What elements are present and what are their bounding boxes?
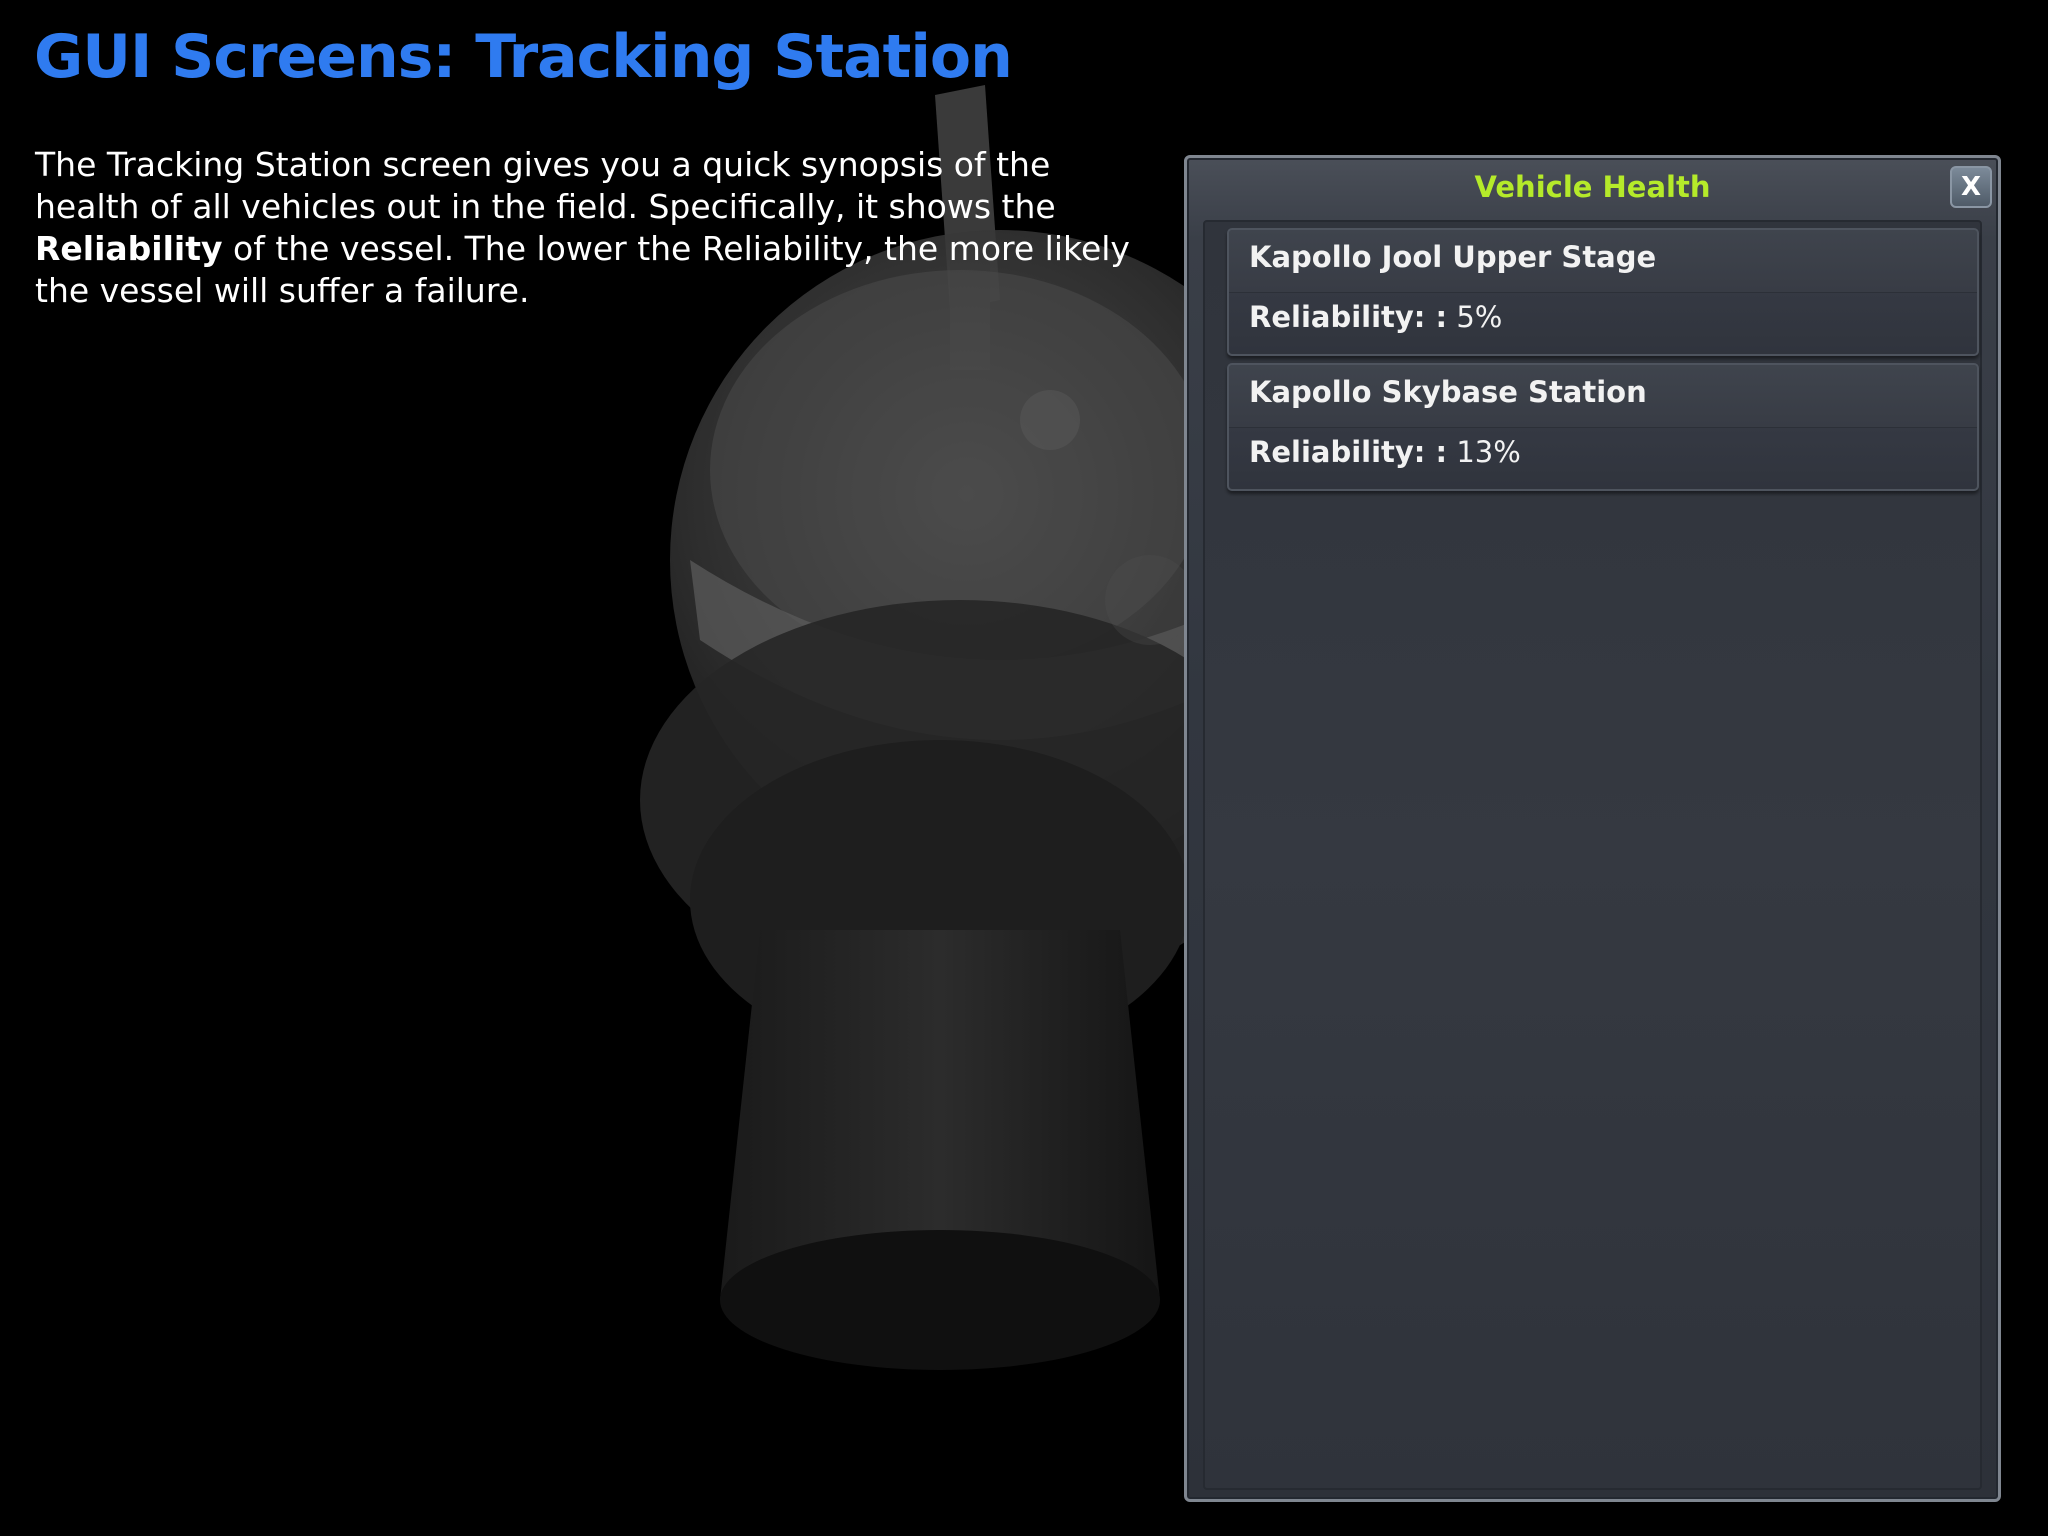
page: GUI Screens: Tracking Station The Tracki… (0, 0, 2048, 1536)
reliability-value: 13% (1456, 435, 1521, 469)
reliability-label: Reliability: : (1249, 300, 1448, 334)
page-title: GUI Screens: Tracking Station (34, 22, 1013, 92)
vehicle-health-window: Vehicle Health X Kapollo Jool Upper Stag… (1184, 155, 2001, 1502)
window-title: Vehicle Health (1474, 170, 1711, 204)
vehicle-name: Kapollo Jool Upper Stage (1249, 240, 1657, 274)
vehicle-list[interactable]: Kapollo Jool Upper Stage Reliability: : … (1203, 220, 1982, 1490)
close-button[interactable]: X (1950, 166, 1992, 208)
vehicle-entry[interactable]: Kapollo Skybase Station Reliability: : 1… (1227, 363, 1979, 491)
close-icon: X (1960, 172, 1982, 202)
description-bold-term: Reliability (35, 229, 223, 268)
vehicle-reliability: Reliability: : 13% (1249, 435, 1521, 469)
vehicle-entry[interactable]: Kapollo Jool Upper Stage Reliability: : … (1227, 228, 1979, 356)
description-text: The Tracking Station screen gives you a … (35, 144, 1145, 312)
reliability-label: Reliability: : (1249, 435, 1448, 469)
vehicle-name: Kapollo Skybase Station (1249, 375, 1647, 409)
description-part-1: The Tracking Station screen gives you a … (35, 145, 1056, 226)
vehicle-reliability: Reliability: : 5% (1249, 300, 1502, 334)
reliability-value: 5% (1456, 300, 1503, 334)
